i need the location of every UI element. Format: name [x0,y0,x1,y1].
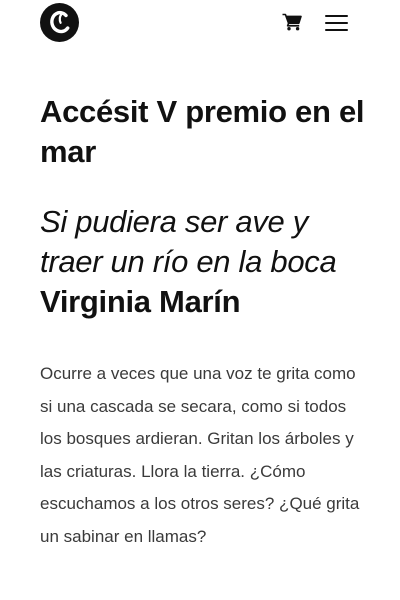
article-body: Ocurre a veces que una voz te grita como… [40,364,360,546]
menu-bar-top [325,15,348,18]
author-name: Virginia Marín [40,284,241,319]
article-content: Accésit V premio en el mar Si pudiera se… [40,92,370,554]
cart-icon[interactable] [282,13,302,31]
c-logo-icon[interactable] [40,3,79,42]
menu-bar-middle [325,22,348,25]
page-title: Accésit V premio en el mar [40,94,365,169]
hamburger-menu-icon[interactable] [325,13,348,33]
site-header [0,0,400,46]
menu-bar-bottom [325,29,348,32]
poem-title: Si pudiera ser ave y traer un río en la … [40,204,337,279]
